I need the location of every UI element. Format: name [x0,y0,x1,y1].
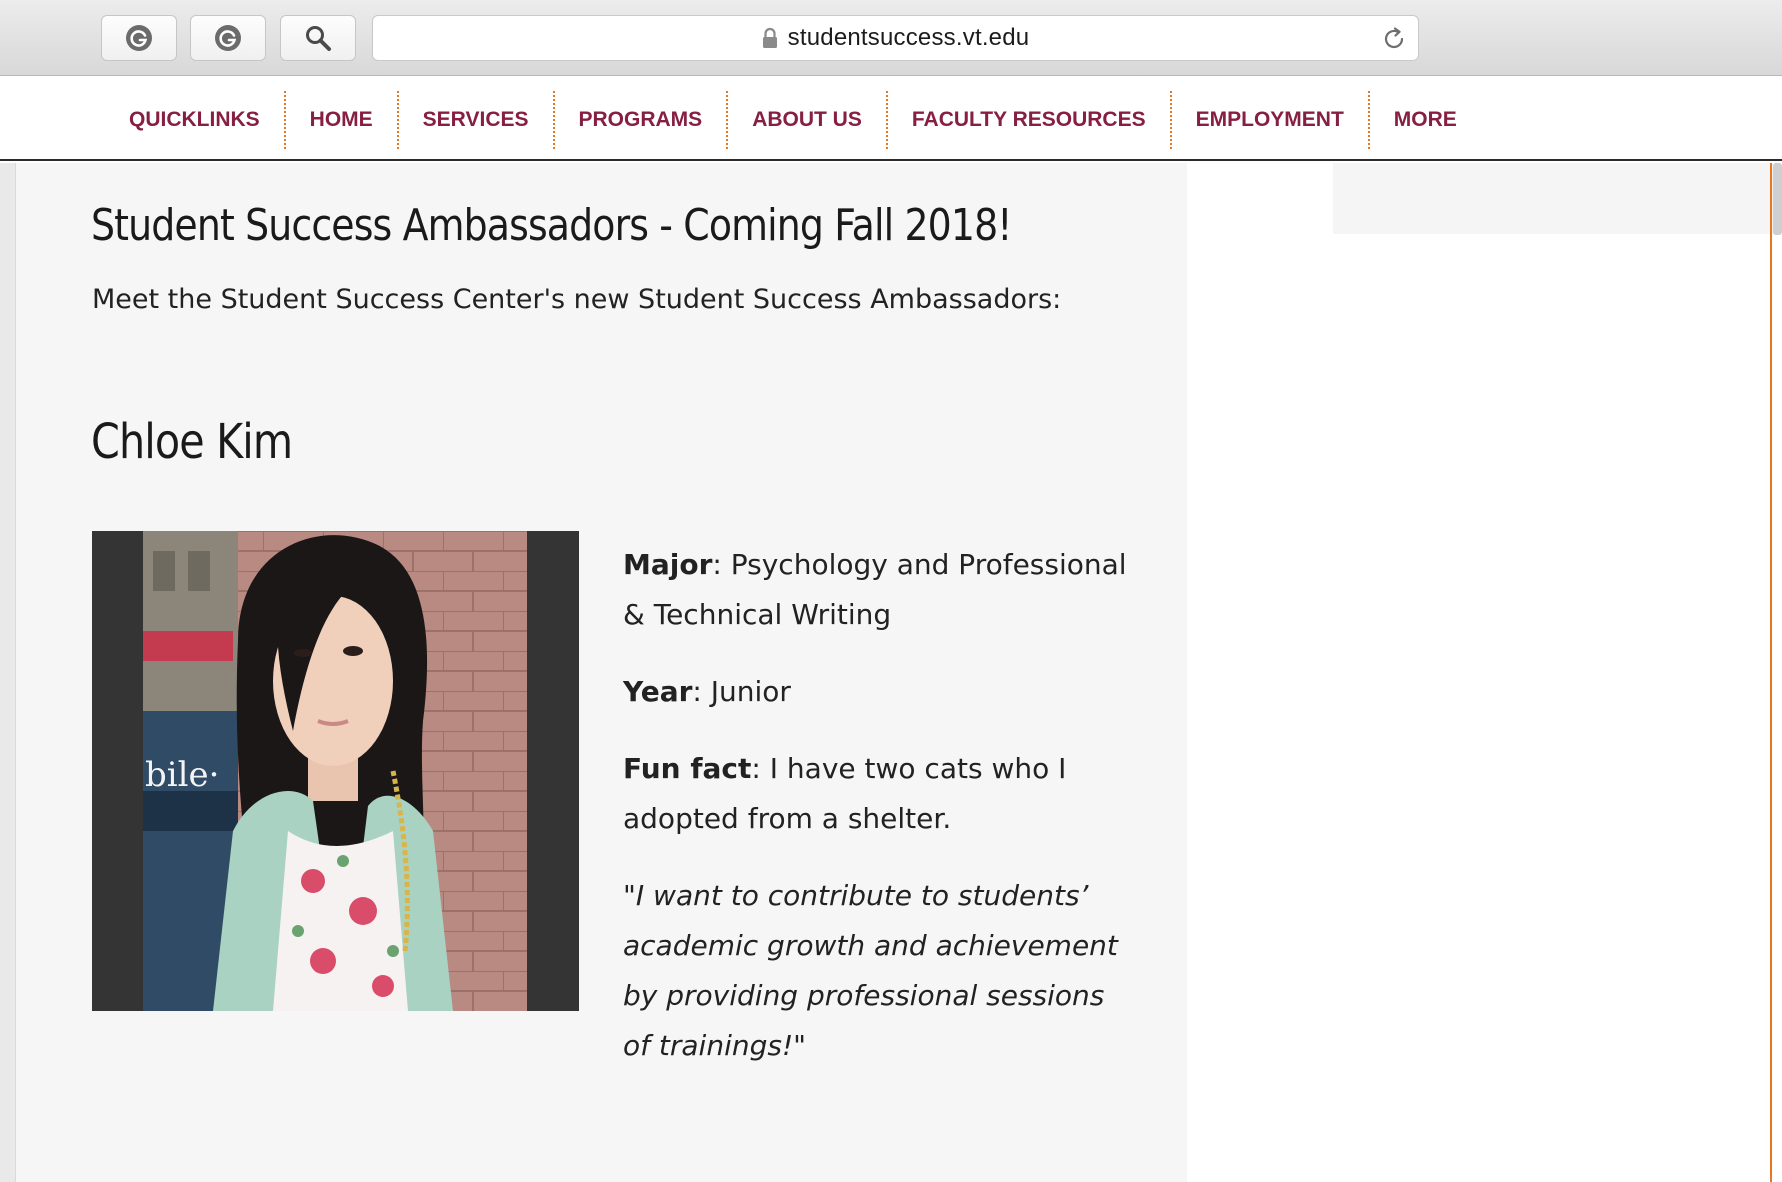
major-line: Major: Psychology and Professional & Tec… [623,548,1127,631]
page-title: Student Success Ambassadors - Coming Fal… [91,200,1012,251]
nav-item-employment[interactable]: EMPLOYMENT [1172,91,1368,149]
grammarly-icon [215,25,241,51]
sidebar-panel [1333,163,1773,234]
grammarly-extension-button-2[interactable] [190,15,266,61]
photo-sign-text: bile· [145,755,219,795]
nav-item-services[interactable]: SERVICES [399,91,553,149]
ambassador-photo: bile· [143,531,527,1011]
url-text: studentsuccess.vt.edu [787,24,1030,51]
major-label: Major [623,548,713,581]
ambassador-bio: Major: Psychology and Professional & Tec… [623,540,1133,1098]
nav-item-faculty-resources[interactable]: FACULTY RESOURCES [888,91,1170,149]
reload-icon[interactable] [1380,25,1408,53]
grammarly-extension-button[interactable] [101,15,177,61]
year-value: Junior [710,675,791,708]
scrollbar[interactable] [1773,163,1782,235]
lock-icon [762,27,777,48]
nav-item-quicklinks[interactable]: QUICKLINKS [105,91,284,149]
ambassador-name: Chloe Kim [91,414,293,470]
search-button[interactable] [280,15,356,61]
accent-rule [1770,163,1772,1182]
nav-item-home[interactable]: HOME [286,91,397,149]
nav-list: QUICKLINKS HOME SERVICES PROGRAMS ABOUT … [105,91,1481,149]
nav-item-programs[interactable]: PROGRAMS [555,91,727,149]
fun-fact-label: Fun fact [623,752,752,785]
browser-toolbar: studentsuccess.vt.edu [0,0,1782,76]
address-bar[interactable]: studentsuccess.vt.edu [372,15,1419,61]
ambassador-quote: "I want to contribute to students’ acade… [623,879,1118,1062]
year-line: Year: Junior [623,675,791,708]
site-navigation: QUICKLINKS HOME SERVICES PROGRAMS ABOUT … [0,77,1782,161]
fun-fact-line: Fun fact: I have two cats who I adopted … [623,752,1067,835]
year-label: Year [623,675,693,708]
grammarly-icon [126,25,152,51]
ambassador-photo-frame: bile· [92,531,579,1011]
nav-item-about-us[interactable]: ABOUT US [728,91,886,149]
left-gutter [0,163,16,1182]
intro-text: Meet the Student Success Center's new St… [92,284,1062,315]
search-icon [306,26,331,51]
nav-item-more[interactable]: MORE [1370,91,1481,149]
